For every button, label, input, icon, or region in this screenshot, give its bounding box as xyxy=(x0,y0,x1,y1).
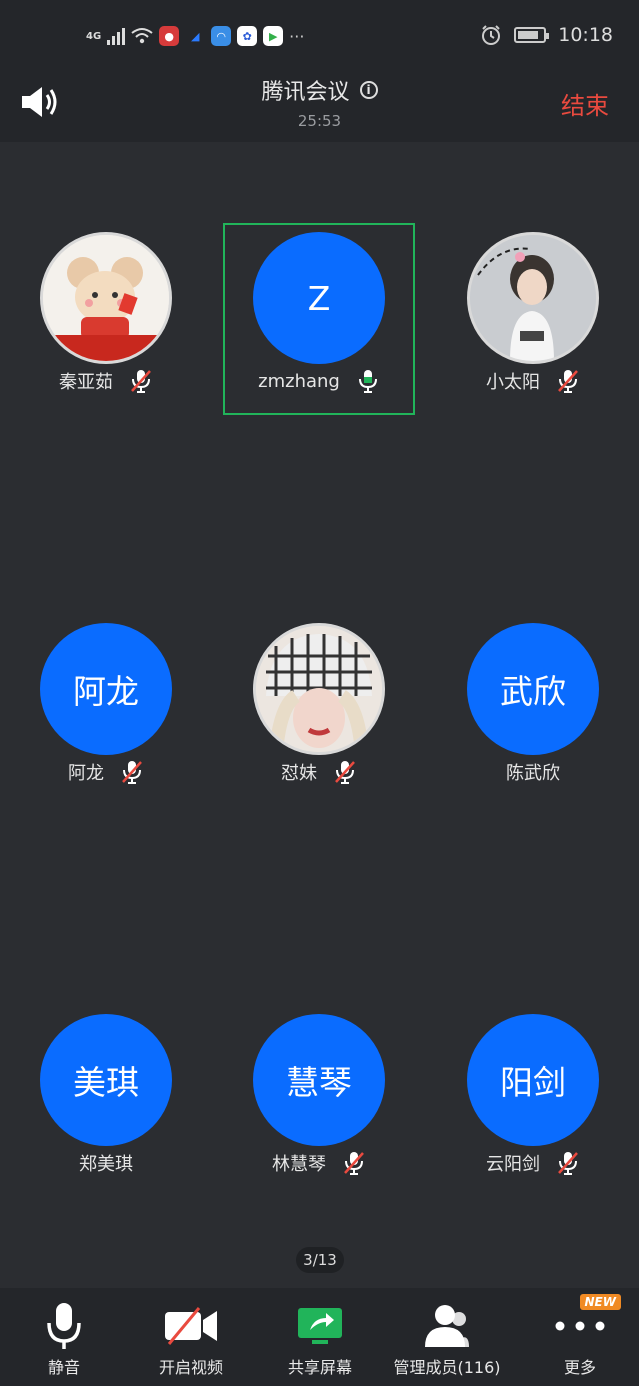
avatar xyxy=(467,232,599,364)
meeting-app-icon: ◢ xyxy=(190,29,200,43)
participant-name: 陈武欣 xyxy=(506,763,560,784)
mic-muted-icon xyxy=(558,370,578,393)
start-video-button[interactable]: 开启视频 xyxy=(141,1288,241,1386)
alarm-icon xyxy=(482,25,501,45)
participant-tile[interactable]: 怼妹 xyxy=(229,611,409,811)
mute-button[interactable]: 静音 xyxy=(24,1288,104,1386)
participant-name-row: 小太阳 xyxy=(443,368,623,394)
more-dots-icon xyxy=(555,1321,605,1331)
participant-name-row: 郑美琪 xyxy=(16,1150,196,1176)
participant-tile[interactable]: 秦亚茹 xyxy=(16,220,196,420)
clock: 10:18 xyxy=(558,24,613,46)
mic-muted-icon xyxy=(131,370,151,393)
manage-members-label: 管理成员(116) xyxy=(393,1358,501,1377)
avatar xyxy=(40,232,172,364)
participant-name: 阿龙 xyxy=(68,763,104,784)
manage-members-button[interactable]: 管理成员(116) xyxy=(387,1288,507,1386)
status-left: 4G ● ◢ ◠ ✿ ▶ ··· xyxy=(86,26,304,46)
baidu-app-icon: ✿ xyxy=(237,26,258,46)
mic-muted-icon xyxy=(335,761,355,784)
participant-tile[interactable]: 阳剑 云阳剑 xyxy=(443,1002,623,1202)
wifi-icon xyxy=(131,28,153,44)
mouse-avatar-image xyxy=(43,235,169,361)
bottom-toolbar: 静音 开启视频 共享屏幕 管理成员(116) 更多 NEW xyxy=(0,1288,639,1386)
participant-name-row: 阿龙 xyxy=(16,759,196,785)
avatar: 美琪 xyxy=(40,1014,172,1146)
mic-muted-icon xyxy=(344,1152,364,1175)
more-notifications-icon: ··· xyxy=(289,26,305,46)
participant-tile[interactable]: 美琪 郑美琪 xyxy=(16,1002,196,1202)
video-app-icon: ▶ xyxy=(263,26,284,46)
share-screen-icon xyxy=(298,1308,342,1344)
avatar: Z xyxy=(253,232,385,364)
start-video-label: 开启视频 xyxy=(158,1358,223,1377)
meeting-title: 腾讯会议 xyxy=(261,80,350,105)
network-type: 4G xyxy=(86,30,102,42)
mic-active-icon xyxy=(358,370,377,393)
battery-icon xyxy=(514,27,550,43)
participant-name: zmzhang xyxy=(258,370,340,392)
participant-name: 怼妹 xyxy=(281,763,317,784)
browser-app-icon: ◠ xyxy=(211,26,232,46)
participant-name: 云阳剑 xyxy=(486,1154,540,1175)
signal-icon xyxy=(107,27,126,45)
participant-tile[interactable]: Z zmzhang xyxy=(229,220,409,420)
members-icon xyxy=(425,1305,469,1347)
mute-label: 静音 xyxy=(47,1358,80,1377)
avatar: 武欣 xyxy=(467,623,599,755)
avatar: 慧琴 xyxy=(253,1014,385,1146)
mic-muted-icon xyxy=(558,1152,578,1175)
avatar xyxy=(253,623,385,755)
boy-avatar-image xyxy=(470,235,596,361)
mic-muted-icon xyxy=(122,761,142,784)
page-indicator: 3/13 xyxy=(296,1247,344,1273)
end-meeting-button[interactable]: 结束 xyxy=(561,86,609,121)
participant-name-row: 陈武欣 xyxy=(443,759,623,785)
more-button[interactable]: 更多 NEW xyxy=(535,1288,625,1386)
mic-app-icon: ● xyxy=(159,26,180,46)
share-screen-button[interactable]: 共享屏幕 xyxy=(270,1288,370,1386)
participant-name-row: 林慧琴 xyxy=(229,1150,409,1176)
avatar: 阳剑 xyxy=(467,1014,599,1146)
microphone-icon xyxy=(47,1303,81,1349)
status-bar: 4G ● ◢ ◠ ✿ ▶ ··· 10:18 xyxy=(0,0,639,66)
participant-tile[interactable]: 阿龙 阿龙 xyxy=(16,611,196,811)
participant-name: 小太阳 xyxy=(486,372,540,393)
participant-name: 秦亚茹 xyxy=(59,372,113,393)
meeting-timer: 25:53 xyxy=(297,112,342,130)
participant-name-row: 云阳剑 xyxy=(443,1150,623,1176)
participant-name-row: zmzhang xyxy=(229,368,409,394)
participant-name: 郑美琪 xyxy=(79,1154,133,1175)
info-icon[interactable]: i xyxy=(359,81,378,99)
participant-name-row: 秦亚茹 xyxy=(16,368,196,394)
participant-tile[interactable]: 小太阳 xyxy=(443,220,623,420)
avatar: 阿龙 xyxy=(40,623,172,755)
participant-tile[interactable]: 武欣 陈武欣 xyxy=(443,611,623,811)
girl-avatar-image xyxy=(256,626,382,752)
share-screen-label: 共享屏幕 xyxy=(287,1358,352,1377)
more-label: 更多 xyxy=(563,1358,596,1377)
status-right: 10:18 xyxy=(480,24,613,46)
video-off-icon xyxy=(165,1307,217,1345)
new-badge: NEW xyxy=(579,1294,621,1310)
meeting-header: 腾讯会议 i 25:53 结束 xyxy=(0,66,639,142)
participant-name: 林慧琴 xyxy=(272,1154,326,1175)
participant-tile[interactable]: 慧琴 林慧琴 xyxy=(229,1002,409,1202)
participant-name-row: 怼妹 xyxy=(229,759,409,785)
title-block: 腾讯会议 i 25:53 xyxy=(0,74,639,130)
